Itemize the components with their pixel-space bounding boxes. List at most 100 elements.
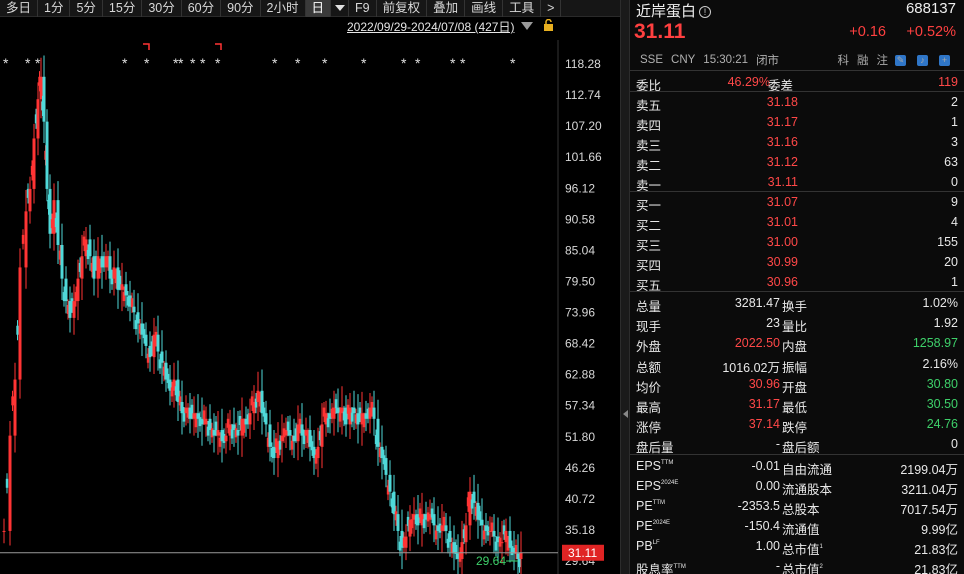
candle-body: [28, 188, 32, 212]
panel-splitter[interactable]: [620, 0, 630, 574]
candle-body: [42, 76, 46, 122]
ask-row[interactable]: 卖四 31.17 1: [634, 112, 960, 133]
toolbar-item[interactable]: 叠加: [427, 0, 466, 17]
event-marker-icon: *: [35, 55, 41, 71]
stat-row[interactable]: 现手 23 量比 1.92: [634, 313, 960, 334]
ask-row[interactable]: 卖三 31.16 3: [634, 132, 960, 153]
fundamental-row[interactable]: EPS2024E 0.00 流通股本 3211.04万: [634, 476, 960, 497]
candle-body: [336, 407, 340, 414]
ask-row[interactable]: 卖五 31.18 2: [634, 92, 960, 113]
price-change-pct: +0.52%: [906, 24, 956, 40]
toolbar-item[interactable]: 日: [305, 0, 332, 17]
candle-body: [24, 211, 28, 268]
toolbar-item[interactable]: 前复权: [377, 0, 428, 17]
toolbar-item[interactable]: 15分: [103, 0, 143, 17]
candle-body: [118, 275, 122, 285]
ask-row[interactable]: 卖一 31.11 0: [634, 172, 960, 193]
stat-label: 外盘: [636, 340, 662, 355]
candle-body: [156, 334, 160, 352]
period-dropdown-icon[interactable]: [331, 0, 350, 17]
stat-value: 0: [951, 437, 958, 452]
add-icon[interactable]: +: [939, 54, 950, 66]
candle-body: [88, 239, 92, 257]
toolbar-item[interactable]: 5分: [70, 0, 103, 17]
y-tick-label: 46.26: [565, 461, 595, 475]
y-tick-label: 62.88: [565, 368, 595, 382]
candle-body: [440, 525, 444, 531]
bid-volume: 155: [937, 235, 958, 249]
candle-body: [72, 301, 76, 318]
weibi-row[interactable]: 委比 46.29% 委差 119: [634, 72, 960, 93]
bid-row[interactable]: 买二 31.01 4: [634, 212, 960, 233]
toolbar-item[interactable]: 2小时: [261, 0, 306, 17]
bracket-marker-icon: [143, 43, 150, 50]
stat-row[interactable]: 涨停 37.14 跌停 24.76: [634, 414, 960, 436]
event-marker-icon: *: [322, 55, 328, 71]
toolbar-item[interactable]: 多日: [0, 0, 39, 17]
stat-value: 1016.02万: [722, 360, 780, 375]
fundamental-suffix: 1: [819, 543, 823, 550]
toolbar-item[interactable]: 90分: [221, 0, 261, 17]
candle-body: [60, 244, 64, 279]
bid-row[interactable]: 买一 31.07 9: [634, 192, 960, 213]
fundamental-row[interactable]: PETTM -2353.5 总股本 7017.54万: [634, 496, 960, 517]
fundamental-row[interactable]: PBLF 1.00 总市值1 21.83亿: [634, 536, 960, 557]
candlestick-chart[interactable]: 118.28 112.74 107.20 101.66 96.12 90.58 85.04 7…: [0, 18, 620, 574]
candle-body: [448, 530, 452, 543]
toolbar-item[interactable]: 30分: [142, 0, 182, 17]
stat-value: 30.50: [926, 397, 958, 411]
toolbar-item[interactable]: >: [541, 0, 562, 17]
alert-bell-icon[interactable]: ♪: [917, 54, 928, 66]
stat-row[interactable]: 均价 30.96 开盘 30.80: [634, 374, 960, 395]
bid-row[interactable]: 买五 30.96 1: [634, 272, 960, 293]
stat-row[interactable]: 总额 1016.02万 振幅 2.16%: [634, 354, 960, 375]
stat-row[interactable]: 最高 31.17 最低 30.50: [634, 394, 960, 415]
fundamental-row[interactable]: PE2024E -150.4 流通值 9.99亿: [634, 516, 960, 537]
stat-label: 涨停: [636, 421, 662, 436]
event-marker-icon: *: [272, 55, 278, 71]
toolbar-item[interactable]: F9: [349, 0, 377, 17]
range-dropdown-icon[interactable]: [521, 22, 533, 30]
stat-value: 2.16%: [922, 356, 958, 371]
candle-body: [518, 558, 521, 568]
info-icon[interactable]: !: [699, 6, 712, 18]
ask-price: 31.17: [766, 115, 798, 129]
last-price: 31.11: [634, 20, 686, 43]
candle-body: [464, 525, 468, 543]
fundamental-label: EPSTTM: [636, 459, 673, 473]
candle-body: [286, 421, 290, 431]
stat-row[interactable]: 外盘 2022.50 内盘 1258.97: [634, 333, 960, 355]
period-toolbar: 多日 1分 5分 15分 30分 60分 90分 2小时日 F9 前复权 叠加 画线 工具 >: [0, 0, 620, 17]
collapse-arrow-icon[interactable]: [623, 410, 628, 418]
stat-value: 3281.47: [734, 296, 780, 310]
event-marker-icon: *: [460, 55, 466, 71]
chart-canvas[interactable]: 118.28 112.74 107.20 101.66 96.12 90.58 85.04 7…: [0, 18, 620, 574]
toolbar-item[interactable]: 工具: [503, 0, 542, 17]
stat-row[interactable]: 总量 3281.47 换手 1.02%: [634, 293, 960, 314]
stat-value: 2022.50: [734, 336, 780, 351]
date-range-label[interactable]: 2022/09/29-2024/07/08 (427日): [347, 18, 514, 35]
stock-name: 近岸蛋白: [636, 3, 697, 20]
y-tick-label: 90.58: [565, 212, 595, 226]
y-tick-label: 107.20: [565, 119, 602, 133]
candle-body: [444, 525, 448, 531]
bid-row[interactable]: 买四 30.99 20: [634, 252, 960, 273]
candle-body: [64, 278, 68, 302]
toolbar-item[interactable]: 60分: [182, 0, 222, 17]
fundamental-row[interactable]: 股息率TTM - 总市值2 21.83亿: [634, 556, 960, 574]
ask-row[interactable]: 卖二 31.12 63: [634, 152, 960, 173]
stat-label: 振幅: [782, 360, 808, 375]
fundamental-label: PBLF: [636, 539, 660, 553]
tag-registered: 注: [876, 55, 889, 67]
candle-body: [242, 423, 246, 433]
edit-icon[interactable]: ✎: [895, 54, 906, 66]
y-tick-label: 79.50: [565, 274, 595, 288]
divider: [630, 70, 964, 71]
toolbar-item[interactable]: 画线: [465, 0, 504, 17]
fundamental-row[interactable]: EPSTTM -0.01 自由流通 2199.04万: [634, 456, 960, 477]
stat-row[interactable]: 盘后量 - 盘后额 0: [634, 434, 960, 455]
lock-icon[interactable]: [543, 19, 554, 31]
quote-time: 15:30:21: [703, 54, 749, 66]
bid-row[interactable]: 买三 31.00 155: [634, 232, 960, 253]
toolbar-item[interactable]: 1分: [38, 0, 71, 17]
